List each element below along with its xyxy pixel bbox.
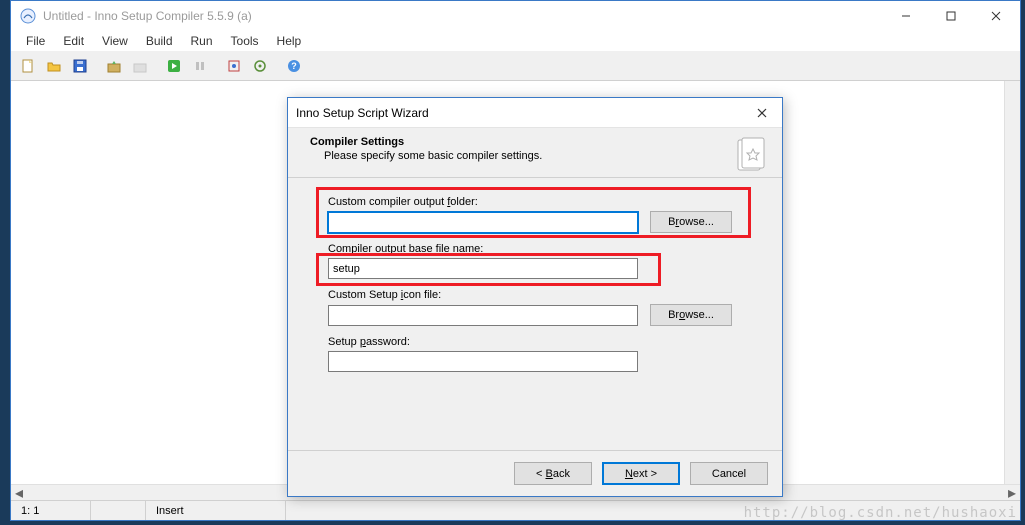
help-icon[interactable]: ? bbox=[282, 54, 306, 78]
window-buttons bbox=[883, 2, 1018, 30]
dialog-header: Compiler Settings Please specify some ba… bbox=[288, 128, 782, 178]
menubar: File Edit View Build Run Tools Help bbox=[11, 31, 1020, 51]
base-filename-input[interactable] bbox=[328, 258, 638, 279]
back-button[interactable]: < Back bbox=[514, 462, 592, 485]
next-button[interactable]: Next > bbox=[602, 462, 680, 485]
close-button[interactable] bbox=[973, 2, 1018, 30]
app-icon bbox=[20, 8, 36, 24]
save-icon[interactable] bbox=[68, 54, 92, 78]
wizard-dialog: Inno Setup Script Wizard Compiler Settin… bbox=[287, 97, 783, 497]
status-position: 1: 1 bbox=[11, 501, 91, 520]
base-filename-label: Compiler output base file name: bbox=[328, 243, 742, 255]
new-icon[interactable] bbox=[16, 54, 40, 78]
vertical-scrollbar[interactable] bbox=[1004, 81, 1020, 484]
stop-compile-icon[interactable] bbox=[128, 54, 152, 78]
target-icon[interactable] bbox=[222, 54, 246, 78]
titlebar: Untitled - Inno Setup Compiler 5.5.9 (a) bbox=[11, 1, 1020, 31]
menu-view[interactable]: View bbox=[93, 32, 137, 50]
browse-output-button[interactable]: Browse... bbox=[650, 211, 732, 233]
browse-icon-button[interactable]: Browse... bbox=[650, 304, 732, 326]
run-icon[interactable] bbox=[162, 54, 186, 78]
status-mode: Insert bbox=[146, 501, 286, 520]
open-icon[interactable] bbox=[42, 54, 66, 78]
password-input[interactable] bbox=[328, 351, 638, 372]
toolbar: ? bbox=[11, 51, 1020, 81]
scroll-right-icon[interactable]: ▸ bbox=[1004, 485, 1020, 501]
dialog-title: Inno Setup Script Wizard bbox=[296, 106, 750, 120]
scroll-left-icon[interactable]: ◂ bbox=[11, 485, 27, 501]
password-label: Setup password: bbox=[328, 336, 742, 348]
output-folder-input[interactable] bbox=[328, 212, 638, 233]
dialog-titlebar: Inno Setup Script Wizard bbox=[288, 98, 782, 128]
icon-file-input[interactable] bbox=[328, 305, 638, 326]
dialog-header-title: Compiler Settings bbox=[310, 136, 730, 148]
icon-file-label: Custom Setup icon file: bbox=[328, 289, 742, 301]
window-title: Untitled - Inno Setup Compiler 5.5.9 (a) bbox=[43, 9, 883, 23]
dialog-body: Custom compiler output folder: Browse...… bbox=[288, 178, 782, 450]
maximize-button[interactable] bbox=[928, 2, 973, 30]
dialog-header-subtitle: Please specify some basic compiler setti… bbox=[310, 150, 730, 162]
dialog-footer: < Back Next > Cancel bbox=[288, 450, 782, 496]
menu-tools[interactable]: Tools bbox=[222, 32, 268, 50]
options-icon[interactable] bbox=[248, 54, 272, 78]
pause-icon[interactable] bbox=[188, 54, 212, 78]
cancel-button[interactable]: Cancel bbox=[690, 462, 768, 485]
compile-icon[interactable] bbox=[102, 54, 126, 78]
status-spacer bbox=[91, 501, 146, 520]
menu-help[interactable]: Help bbox=[268, 32, 311, 50]
menu-run[interactable]: Run bbox=[182, 32, 222, 50]
output-folder-label: Custom compiler output folder: bbox=[328, 196, 742, 208]
menu-edit[interactable]: Edit bbox=[54, 32, 93, 50]
svg-text:?: ? bbox=[291, 61, 297, 71]
minimize-button[interactable] bbox=[883, 2, 928, 30]
dialog-close-button[interactable] bbox=[750, 101, 774, 125]
menu-build[interactable]: Build bbox=[137, 32, 182, 50]
wizard-icon bbox=[730, 136, 770, 176]
statusbar: 1: 1 Insert bbox=[11, 500, 1020, 520]
menu-file[interactable]: File bbox=[17, 32, 54, 50]
